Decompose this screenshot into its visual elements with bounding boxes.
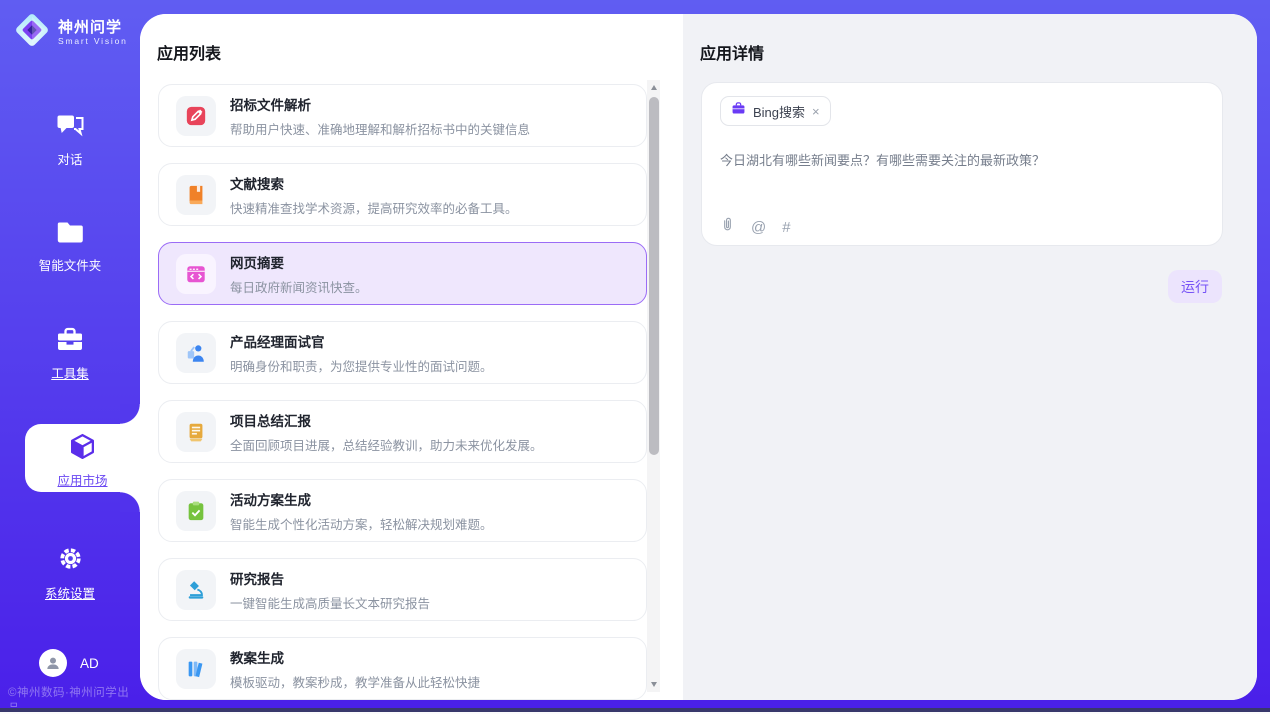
prompt-card: Bing搜索 × 今日湖北有哪些新闻要点？有哪些需要关注的最新政策？ @ # [701, 82, 1223, 246]
app-desc: 全面回顾项目进展，总结经验教训，助力未来优化发展。 [230, 435, 543, 454]
briefcase-icon [731, 101, 746, 121]
avatar [39, 649, 67, 677]
app-list-title: 应用列表 [157, 40, 221, 64]
sidebar: 神州问学 Smart Vision 对话 智能文件夹 [0, 0, 140, 714]
interviewer-icon [176, 333, 216, 373]
bid-document-icon [176, 96, 216, 136]
app-desc: 智能生成个性化活动方案，轻松解决规划难题。 [230, 514, 493, 533]
app-name: 研究报告 [230, 568, 430, 588]
microscope-icon [176, 570, 216, 610]
cube-icon [69, 449, 96, 466]
scroll-up-icon[interactable] [647, 80, 660, 95]
brand-logo: 神州问学 Smart Vision [13, 11, 128, 54]
app-desc: 帮助用户快速、准确地理解和解析招标书中的关键信息 [230, 119, 530, 138]
app-name: 产品经理面试官 [230, 331, 493, 351]
tool-tag-bing-search[interactable]: Bing搜索 × [720, 96, 831, 126]
app-detail-pane: 应用详情 Bing搜索 × 今日湖北有哪些新闻要点？有哪些需要关注的最新政策？ [683, 14, 1257, 700]
run-button[interactable]: 运行 [1168, 270, 1222, 303]
close-icon[interactable]: × [812, 105, 820, 118]
diamond-logo-icon [13, 11, 51, 54]
prompt-input[interactable]: 今日湖北有哪些新闻要点？有哪些需要关注的最新政策？ [720, 152, 1200, 170]
app-detail-title: 应用详情 [700, 40, 764, 64]
tool-tag-label: Bing搜索 [753, 102, 805, 121]
sidebar-item-label: 对话 [0, 149, 140, 168]
list-item-pm-interviewer[interactable]: 产品经理面试官 明确身份和职责，为您提供专业性的面试问题。 [158, 321, 647, 384]
user-initials: AD [80, 656, 99, 671]
sidebar-item-settings[interactable]: 系统设置 [0, 545, 140, 602]
sidebar-item-label: 应用市场 [25, 470, 140, 489]
brand-name: 神州问学 [58, 19, 128, 36]
list-item-web-summary[interactable]: 网页摘要 每日政府新闻资讯快查。 [158, 242, 647, 305]
list-item-project-summary[interactable]: 项目总结汇报 全面回顾项目进展，总结经验教训，助力未来优化发展。 [158, 400, 647, 463]
sidebar-item-smart-folder[interactable]: 智能文件夹 [0, 221, 140, 274]
sidebar-item-label: 工具集 [0, 363, 140, 382]
sidebar-item-chat[interactable]: 对话 [0, 112, 140, 168]
attachment-toolbar: @ # [720, 216, 791, 238]
list-item-literature-search[interactable]: 文献搜索 快速精准查找学术资源，提高研究效率的必备工具。 [158, 163, 647, 226]
app-desc: 模板驱动，教案秒成，教学准备从此轻松快捷 [230, 672, 480, 691]
app-name: 文献搜索 [230, 173, 518, 193]
app-list-pane: 应用列表 招标文件解析 帮助用户快速、准确地理解和解析招标书中的关键信息 [140, 14, 683, 700]
main-panel: 应用列表 招标文件解析 帮助用户快速、准确地理解和解析招标书中的关键信息 [140, 14, 1257, 700]
chat-icon [56, 125, 84, 142]
hash-tag-icon[interactable]: # [782, 219, 790, 236]
brand-tagline: Smart Vision [58, 36, 128, 47]
app-name: 项目总结汇报 [230, 410, 543, 430]
folder-icon [57, 231, 84, 248]
app-desc: 快速精准查找学术资源，提高研究效率的必备工具。 [230, 198, 518, 217]
sidebar-item-label: 智能文件夹 [0, 255, 140, 274]
list-item-bid-parse[interactable]: 招标文件解析 帮助用户快速、准确地理解和解析招标书中的关键信息 [158, 84, 647, 147]
book-icon [176, 175, 216, 215]
user-account[interactable]: AD [39, 649, 99, 677]
list-item-lesson-plan[interactable]: 教案生成 模板驱动，教案秒成，教学准备从此轻松快捷 [158, 637, 647, 700]
app-name: 教案生成 [230, 647, 480, 667]
sidebar-item-toolset[interactable]: 工具集 [0, 327, 140, 382]
scroll-down-icon[interactable] [647, 677, 660, 692]
clipboard-check-icon [176, 491, 216, 531]
at-mention-icon[interactable]: @ [751, 219, 766, 236]
app-desc: 明确身份和职责，为您提供专业性的面试问题。 [230, 356, 493, 375]
toolbox-icon [56, 339, 84, 356]
list-scrollbar[interactable] [647, 80, 660, 692]
list-item-activity-plan[interactable]: 活动方案生成 智能生成个性化活动方案，轻松解决规划难题。 [158, 479, 647, 542]
notes-icon [176, 412, 216, 452]
app-desc: 每日政府新闻资讯快查。 [230, 277, 368, 296]
books-icon [176, 649, 216, 689]
app-list: 招标文件解析 帮助用户快速、准确地理解和解析招标书中的关键信息 文献搜索 快速精… [158, 84, 647, 700]
app-name: 招标文件解析 [230, 94, 530, 114]
gear-icon [57, 559, 84, 576]
list-item-research-report[interactable]: 研究报告 一键智能生成高质量长文本研究报告 [158, 558, 647, 621]
scrollbar-thumb[interactable] [649, 97, 659, 455]
paperclip-icon[interactable] [720, 216, 735, 238]
sidebar-item-app-market[interactable]: 应用市场 [25, 424, 140, 492]
webpage-code-icon [176, 254, 216, 294]
app-name: 活动方案生成 [230, 489, 493, 509]
app-name: 网页摘要 [230, 252, 368, 272]
sidebar-item-label: 系统设置 [0, 583, 140, 602]
app-desc: 一键智能生成高质量长文本研究报告 [230, 593, 430, 612]
